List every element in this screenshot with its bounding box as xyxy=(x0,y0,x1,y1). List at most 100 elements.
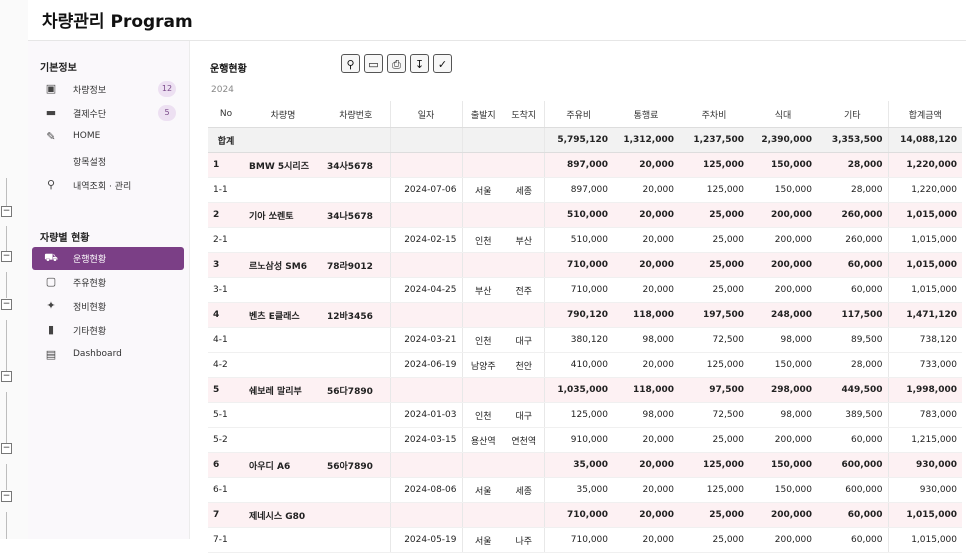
table-cell: 200,000 xyxy=(749,252,817,278)
vehicle-group-row[interactable]: 1 BMW 5시리즈 34사5678 897,000 20,000 125,000 150,… xyxy=(208,152,962,178)
sidebar-item-driving-status[interactable]: ⛟ 운행현황 xyxy=(32,247,184,270)
table-cell: 1,015,000 xyxy=(887,527,962,553)
table-cell: 200,000 xyxy=(749,277,817,303)
table-cell: 세종 xyxy=(504,177,544,203)
table-cell: 6-1 xyxy=(208,477,244,503)
sidebar-item-label: Dashboard xyxy=(73,349,122,359)
table-cell: 2024-03-21 xyxy=(389,327,462,353)
table-cell: 25,000 xyxy=(679,277,749,303)
vehicle-group-row[interactable]: 5 쉐보레 말리부 56다7890 1,035,000 118,000 97,500 298… xyxy=(208,377,962,403)
col-header[interactable]: 합계금액 xyxy=(887,101,962,128)
table-cell: 5-2 xyxy=(208,427,244,453)
col-header[interactable]: 주유비 xyxy=(543,101,613,128)
table-cell xyxy=(461,377,504,403)
table-cell: 1,220,000 xyxy=(887,177,962,203)
table-cell xyxy=(322,402,390,428)
collapse-toggle[interactable]: − xyxy=(1,491,12,502)
total-cell: 2,390,000 xyxy=(749,127,817,153)
table-cell: 아우디 A6 xyxy=(244,452,322,478)
sidebar-item-label: 항목설정 xyxy=(73,158,107,168)
trip-row[interactable]: 5-1 2024-01-03 인천 대구 125,000 98,000 72,500 98,0… xyxy=(208,402,962,428)
col-header[interactable]: 도착지 xyxy=(504,101,544,128)
table-cell xyxy=(389,152,462,178)
table-cell xyxy=(244,402,322,428)
table-cell: 서울 xyxy=(461,527,504,553)
table-cell xyxy=(461,152,504,178)
sidebar-item-payment[interactable]: ▬ 결제수단 5 xyxy=(32,102,184,125)
trip-row[interactable]: 2-1 2024-02-15 인천 부산 510,000 20,000 25,000 200,… xyxy=(208,227,962,253)
table-cell: 78라9012 xyxy=(322,252,390,278)
table-cell: 60,000 xyxy=(817,502,888,528)
trip-row[interactable]: 5-2 2024-03-15 용산역 연천역 910,000 20,000 25,000 20… xyxy=(208,427,962,453)
table-cell: 56다7890 xyxy=(322,377,390,403)
col-header[interactable]: 출발지 xyxy=(461,101,504,128)
col-header[interactable]: 통행료 xyxy=(613,101,679,128)
trip-row[interactable]: 4-2 2024-06-19 남양주 천안 410,000 20,000 125,000 15… xyxy=(208,352,962,378)
trip-row[interactable]: 4-1 2024-03-21 인천 대구 380,120 98,000 72,500 98,0… xyxy=(208,327,962,353)
bus-icon: ▣ xyxy=(45,82,57,95)
table-cell xyxy=(504,377,544,403)
table-cell: 125,000 xyxy=(543,402,613,428)
table-cell: 4-1 xyxy=(208,327,244,353)
table-cell: 2024-04-25 xyxy=(389,277,462,303)
table-cell: 나주 xyxy=(504,527,544,553)
trip-row[interactable]: 3-1 2024-04-25 부산 전주 710,000 20,000 25,000 200,… xyxy=(208,277,962,303)
vehicle-group-row[interactable]: 3 르노삼성 SM6 78라9012 710,000 20,000 25,000 200,0… xyxy=(208,252,962,278)
print-button[interactable]: ⎙ xyxy=(387,54,406,73)
download-button[interactable]: ↧ xyxy=(410,54,429,73)
table-cell: 150,000 xyxy=(749,477,817,503)
table-cell: 서울 xyxy=(461,177,504,203)
collapse-toggle[interactable]: − xyxy=(1,443,12,454)
sidebar-item-other-status[interactable]: ▮ 기타현황 xyxy=(32,319,184,342)
col-header[interactable]: 식대 xyxy=(749,101,817,128)
collapse-toggle[interactable]: − xyxy=(1,299,12,310)
sidebar-item-label: 정비현황 xyxy=(73,303,107,313)
sidebar-item-history[interactable]: ⚲ 내역조회 · 관리 xyxy=(32,174,184,197)
total-label: 합계 xyxy=(208,127,244,153)
collapse-toggle[interactable]: − xyxy=(1,371,12,382)
table-cell: 197,500 xyxy=(679,302,749,328)
table-cell: 인천 xyxy=(461,327,504,353)
search-button[interactable]: ⚲ xyxy=(341,54,360,73)
table-cell: 20,000 xyxy=(613,277,679,303)
vehicle-group-row[interactable]: 6 아우디 A6 56아7890 35,000 20,000 125,000 150,000… xyxy=(208,452,962,478)
table-cell xyxy=(244,277,322,303)
table-cell: 28,000 xyxy=(817,177,888,203)
table-cell: 710,000 xyxy=(543,527,613,553)
sidebar-item-label: 주유현황 xyxy=(73,279,107,289)
screen-button[interactable]: ▭ xyxy=(364,54,383,73)
table-cell: 2024-08-06 xyxy=(389,477,462,503)
collapse-toggle[interactable]: − xyxy=(1,206,12,217)
sidebar-item-fuel-status[interactable]: ▢ 주유현황 xyxy=(32,271,184,294)
trip-row[interactable]: 6-1 2024-08-06 서울 세종 35,000 20,000 125,000 150,… xyxy=(208,477,962,503)
table-cell: 89,500 xyxy=(817,327,888,353)
table-cell: 930,000 xyxy=(887,452,962,478)
table-cell: 510,000 xyxy=(543,227,613,253)
table-cell: 389,500 xyxy=(817,402,888,428)
confirm-button[interactable]: ✓ xyxy=(433,54,452,73)
table-cell: 20,000 xyxy=(613,227,679,253)
sidebar-item-dashboard[interactable]: ▤ Dashboard xyxy=(32,344,184,367)
main-content: 운행현황 ⚲ ▭ ⎙ ↧ ✓ 2024 No 차량명 차량번호 일자 출발지 도… xyxy=(190,41,966,553)
sidebar-item-item-settings[interactable]: 항목설정 xyxy=(32,150,184,173)
col-header[interactable]: 주차비 xyxy=(679,101,749,128)
table-cell: 260,000 xyxy=(817,227,888,253)
col-header[interactable]: 기타 xyxy=(817,101,888,128)
col-header[interactable]: No xyxy=(208,101,244,128)
collapse-toggle[interactable]: − xyxy=(1,251,12,262)
col-header[interactable]: 차량번호 xyxy=(322,101,390,128)
vehicle-group-row[interactable]: 7 제네시스 G80 710,000 20,000 25,000 200,000 60,00… xyxy=(208,502,962,528)
sidebar-item-maintenance-status[interactable]: ✦ 정비현황 xyxy=(32,295,184,318)
table-cell: 3-1 xyxy=(208,277,244,303)
vehicle-group-row[interactable]: 2 기아 쏘렌토 34나5678 510,000 20,000 25,000 200,000… xyxy=(208,202,962,228)
sidebar-item-home[interactable]: ✎ HOME xyxy=(32,126,184,149)
table-cell: 125,000 xyxy=(679,477,749,503)
sidebar-item-vehicle-info[interactable]: ▣ 차량정보 12 xyxy=(32,78,184,101)
vehicle-group-row[interactable]: 4 벤츠 E클래스 12바3456 790,120 118,000 197,500 248,… xyxy=(208,302,962,328)
trip-row[interactable]: 7-1 2024-05-19 서울 나주 710,000 20,000 25,000 200,… xyxy=(208,527,962,553)
outline-line xyxy=(6,320,7,372)
col-header[interactable]: 차량명 xyxy=(244,101,322,128)
table-cell: 117,500 xyxy=(817,302,888,328)
col-header[interactable]: 일자 xyxy=(389,101,462,128)
trip-row[interactable]: 1-1 2024-07-06 서울 세종 897,000 20,000 125,000 150… xyxy=(208,177,962,203)
